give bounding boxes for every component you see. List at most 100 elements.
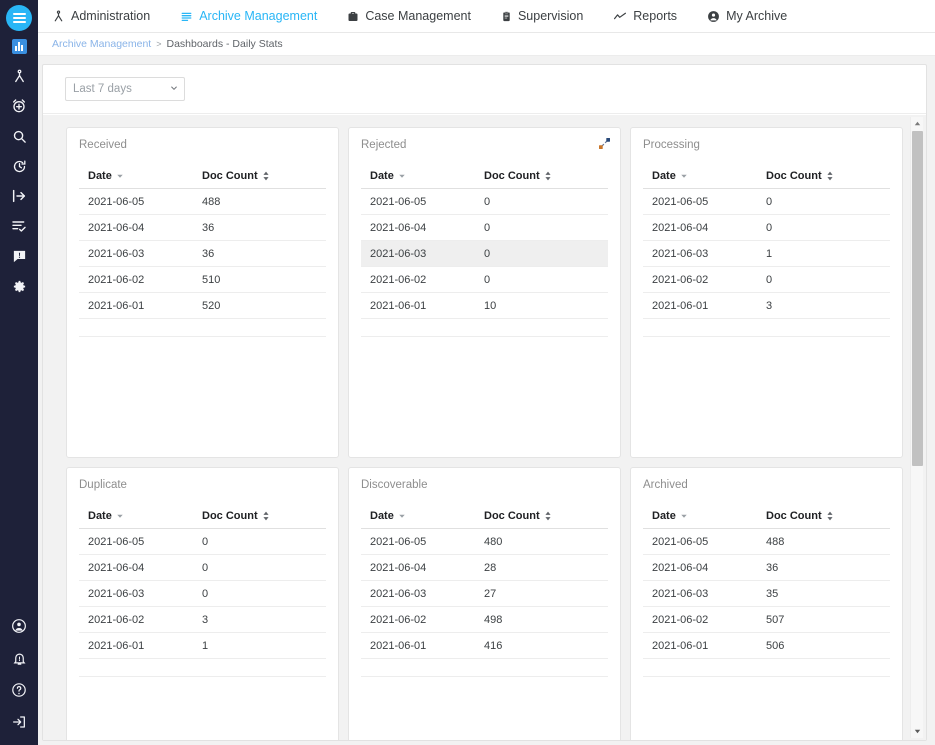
table-row[interactable]: 2021-06-01 416	[361, 632, 608, 659]
cell-date: 2021-06-04	[79, 554, 201, 581]
nav-item-my-archive[interactable]: My Archive	[707, 9, 804, 23]
sort-desc-caret-icon[interactable]	[116, 512, 124, 520]
col-header-doc-count[interactable]: Doc Count	[764, 510, 890, 529]
scroll-up-arrow-icon[interactable]	[913, 119, 922, 128]
sort-both-arrows-icon[interactable]	[826, 511, 834, 521]
col-header-date[interactable]: Date	[361, 510, 483, 529]
rail-item-help[interactable]	[0, 675, 38, 705]
sort-desc-caret-icon[interactable]	[398, 512, 406, 520]
rail-item-alerts[interactable]	[0, 241, 38, 271]
sort-both-arrows-icon[interactable]	[262, 171, 270, 181]
cell-doc-count: 0	[482, 266, 608, 293]
col-header-date[interactable]: Date	[643, 170, 765, 189]
col-header-date[interactable]: Date	[361, 170, 483, 189]
expand-diagonal-icon[interactable]	[599, 138, 610, 149]
table-row[interactable]: 2021-06-05 488	[79, 188, 326, 215]
table-row[interactable]: 2021-06-02 510	[79, 266, 326, 293]
panels-scroll-area[interactable]: Received Date Doc Count 2021-06-05 488 2021-0…	[43, 115, 926, 740]
table-row[interactable]: 2021-06-02 0	[643, 266, 890, 293]
table-row[interactable]: 2021-06-03 36	[79, 240, 326, 267]
table-row[interactable]: 2021-06-01 520	[79, 292, 326, 319]
table-header-row: Date Doc Count	[79, 510, 326, 529]
col-header-doc-count[interactable]: Doc Count	[764, 170, 890, 189]
cell-date: 2021-06-03	[361, 580, 483, 607]
table-row[interactable]: 2021-06-01 1	[79, 632, 326, 659]
vertical-scrollbar[interactable]	[910, 117, 923, 738]
table-row[interactable]: 2021-06-05 0	[643, 188, 890, 215]
cell-doc-count: 1	[764, 240, 890, 267]
nav-item-supervision[interactable]: Supervision	[501, 9, 600, 23]
sort-both-arrows-icon[interactable]	[544, 511, 552, 521]
date-range-select[interactable]: Last 7 daysLast 14 daysLast 30 daysLast …	[65, 77, 185, 101]
table-row[interactable]: 2021-06-04 0	[79, 554, 326, 581]
cell-date: 2021-06-02	[361, 266, 483, 293]
table-row[interactable]: 2021-06-05 0	[361, 188, 608, 215]
rail-item-export[interactable]	[0, 181, 38, 211]
table-row[interactable]: 2021-06-02 507	[643, 606, 890, 633]
panel-title: Processing	[643, 139, 700, 151]
table-row[interactable]: 2021-06-04 36	[643, 554, 890, 581]
rail-item-history[interactable]	[0, 151, 38, 181]
scrollbar-thumb[interactable]	[912, 131, 923, 466]
col-header-doc-count[interactable]: Doc Count	[482, 170, 608, 189]
col-header-date-label: Date	[88, 170, 112, 182]
export-arrow-icon	[12, 189, 26, 203]
table-row[interactable]: 2021-06-01 506	[643, 632, 890, 659]
date-range-select-wrapper: Last 7 daysLast 14 daysLast 30 daysLast …	[65, 77, 185, 101]
rail-item-org[interactable]	[0, 61, 38, 91]
table-row[interactable]: 2021-06-04 28	[361, 554, 608, 581]
sort-both-arrows-icon[interactable]	[544, 171, 552, 181]
table-row[interactable]: 2021-06-04 0	[643, 214, 890, 241]
table-row[interactable]: 2021-06-04 36	[79, 214, 326, 241]
table-row[interactable]: 2021-06-05 488	[643, 528, 890, 555]
rail-item-search[interactable]	[0, 121, 38, 151]
cell-doc-count: 488	[200, 188, 326, 215]
table-row[interactable]: 2021-06-04 0	[361, 214, 608, 241]
scroll-down-arrow-icon[interactable]	[913, 727, 922, 736]
nav-item-reports[interactable]: Reports	[613, 9, 694, 23]
table-row[interactable]: 2021-06-03 0	[361, 240, 608, 267]
breadcrumb-root-link[interactable]: Archive Management	[52, 38, 151, 50]
col-header-date[interactable]: Date	[79, 170, 201, 189]
cell-date: 2021-06-05	[79, 188, 201, 215]
sort-both-arrows-icon[interactable]	[262, 511, 270, 521]
table-row[interactable]: 2021-06-01 3	[643, 292, 890, 319]
rail-item-tasks[interactable]	[0, 211, 38, 241]
filter-bar: Last 7 daysLast 14 daysLast 30 daysLast …	[43, 65, 926, 114]
table-row[interactable]: 2021-06-03 0	[79, 580, 326, 607]
sort-desc-caret-icon[interactable]	[680, 512, 688, 520]
hamburger-circle-logo[interactable]	[6, 5, 32, 31]
stat-panel: Received Date Doc Count 2021-06-05 488 2021-0…	[66, 127, 339, 458]
rail-item-notifications[interactable]	[0, 643, 38, 673]
col-header-doc-count[interactable]: Doc Count	[200, 510, 326, 529]
rail-item-dashboard[interactable]	[0, 31, 38, 61]
trend-line-icon	[614, 12, 627, 19]
cell-doc-count: 0	[200, 554, 326, 581]
table-body: 2021-06-05 0 2021-06-04 0 2021-06-03 1 2021-06…	[643, 188, 890, 337]
sort-desc-caret-icon[interactable]	[398, 172, 406, 180]
col-header-date[interactable]: Date	[643, 510, 765, 529]
col-header-doc-count[interactable]: Doc Count	[200, 170, 326, 189]
table-row[interactable]: 2021-06-05 480	[361, 528, 608, 555]
table-row[interactable]: 2021-06-02 498	[361, 606, 608, 633]
sort-desc-caret-icon[interactable]	[680, 172, 688, 180]
notification-bell-icon	[13, 653, 25, 665]
nav-item-archive-management[interactable]: Archive Management	[180, 9, 334, 23]
rail-item-logout[interactable]	[0, 707, 38, 737]
col-header-date[interactable]: Date	[79, 510, 201, 529]
rail-item-account[interactable]	[0, 611, 38, 641]
table-row[interactable]: 2021-06-03 35	[643, 580, 890, 607]
nav-item-case-management[interactable]: Case Management	[347, 9, 488, 23]
rail-item-settings[interactable]	[0, 271, 38, 301]
table-row[interactable]: 2021-06-05 0	[79, 528, 326, 555]
sort-both-arrows-icon[interactable]	[826, 171, 834, 181]
col-header-doc-count[interactable]: Doc Count	[482, 510, 608, 529]
table-row[interactable]: 2021-06-03 1	[643, 240, 890, 267]
nav-item-administration[interactable]: Administration	[52, 9, 167, 23]
table-row[interactable]: 2021-06-02 3	[79, 606, 326, 633]
table-row[interactable]: 2021-06-01 10	[361, 292, 608, 319]
table-row[interactable]: 2021-06-03 27	[361, 580, 608, 607]
sort-desc-caret-icon[interactable]	[116, 172, 124, 180]
table-row[interactable]: 2021-06-02 0	[361, 266, 608, 293]
rail-item-alarm[interactable]	[0, 91, 38, 121]
